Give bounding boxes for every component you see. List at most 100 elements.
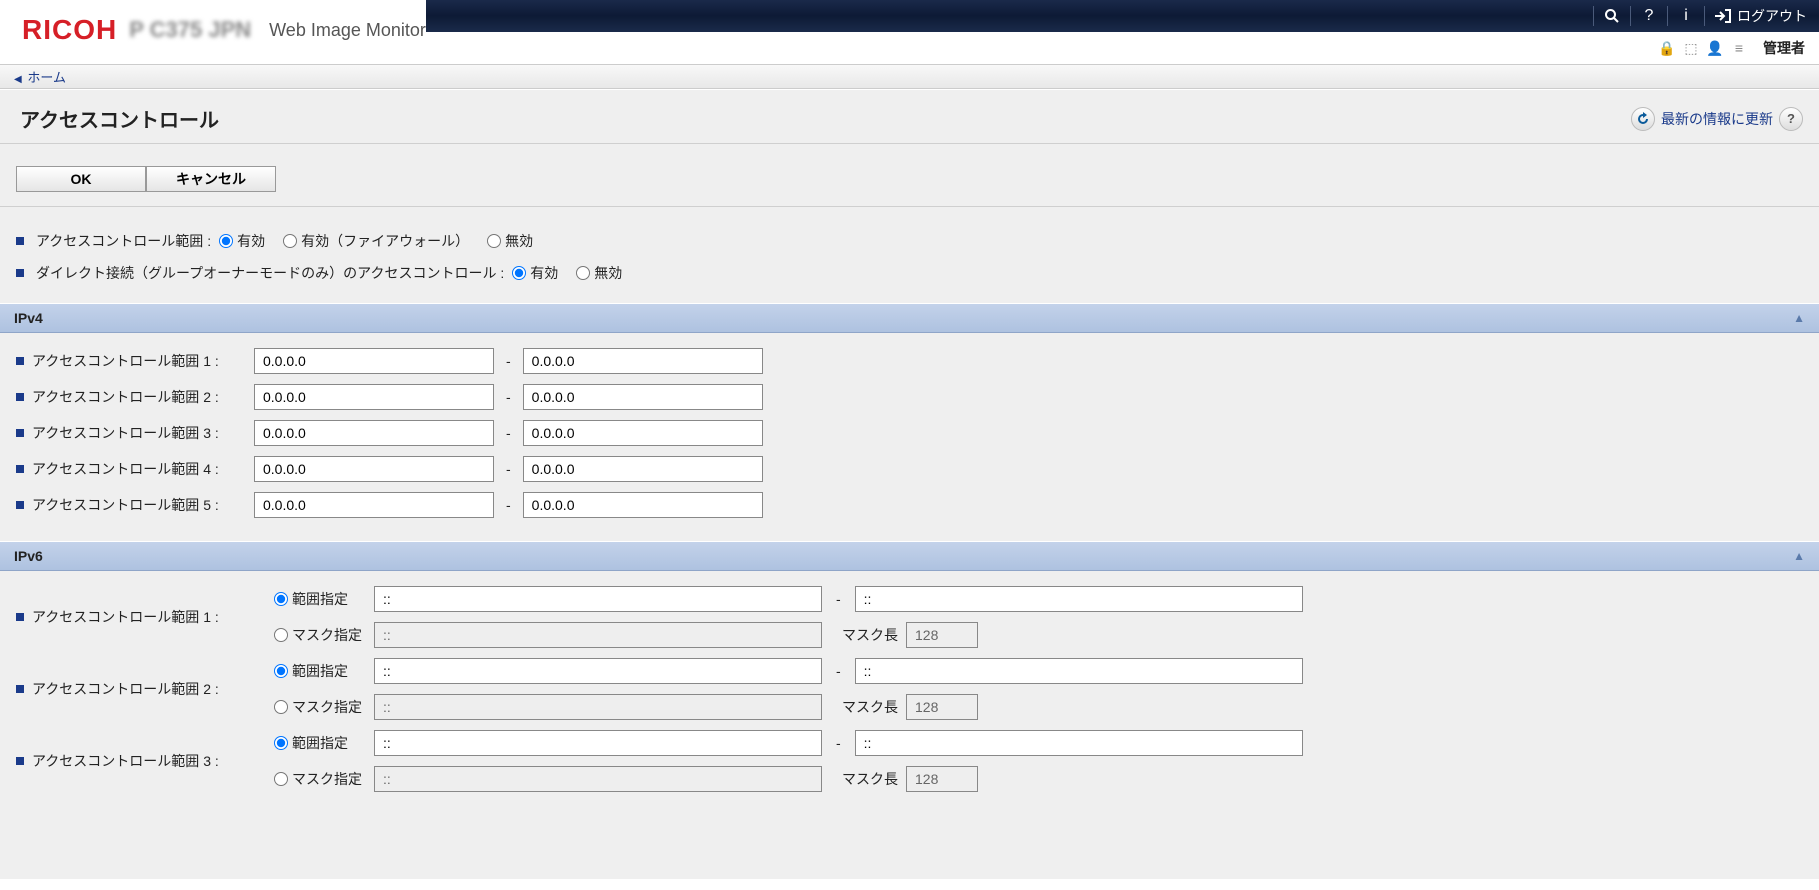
page-help-button[interactable]: ? — [1779, 107, 1803, 131]
range-radio-1[interactable]: 有効（ファイアウォール） — [283, 231, 469, 251]
ipv6-range-row-3: アクセスコントロール範囲 3 :範囲指定-マスク指定マスク長 — [16, 725, 1803, 797]
ipv6-2-mask-len[interactable] — [906, 694, 978, 720]
ipv4-range-row-4: アクセスコントロール範囲 4 :- — [16, 451, 1803, 487]
range-dash: - — [500, 461, 517, 477]
ipv6-3-mode-mask-radio[interactable] — [274, 772, 288, 786]
user-icon[interactable]: 👤 — [1707, 40, 1723, 56]
direct-radio-0[interactable]: 有効 — [512, 263, 558, 283]
ipv6-3-mask-addr[interactable] — [374, 766, 822, 792]
breadcrumb-home-link[interactable]: ホーム — [27, 70, 66, 85]
ipv6-2-mode-range-radio[interactable] — [274, 664, 288, 678]
ipv6-3-mask-len[interactable] — [906, 766, 978, 792]
breadcrumb: ◀ ホーム — [0, 64, 1819, 89]
ipv6-mode-range-label: 範囲指定 — [292, 589, 348, 609]
page-title: アクセスコントロール — [20, 104, 219, 133]
ipv4-range-3-start[interactable] — [254, 420, 494, 446]
refresh-button[interactable] — [1631, 107, 1655, 131]
ok-button[interactable]: OK — [16, 166, 146, 192]
bullet-icon — [16, 237, 24, 245]
ipv6-1-range-start[interactable] — [374, 586, 822, 612]
ipv6-3-mode-range-radio[interactable] — [274, 736, 288, 750]
range-radio-input-0[interactable] — [219, 234, 233, 248]
action-button-row: OK キャンセル — [0, 144, 1819, 207]
ipv6-1-range-end[interactable] — [855, 586, 1303, 612]
collapse-icon[interactable]: ▲ — [1793, 311, 1805, 325]
ipv6-2-mode-range[interactable]: 範囲指定 — [274, 661, 366, 681]
ipv4-range-1-end[interactable] — [523, 348, 763, 374]
range-radio-label-0: 有効 — [237, 231, 265, 251]
ipv6-1-mode-mask[interactable]: マスク指定 — [274, 625, 366, 645]
ipv6-1-mode-range-radio[interactable] — [274, 592, 288, 606]
ipv6-2-range-end[interactable] — [855, 658, 1303, 684]
help-icon[interactable]: ? — [1635, 2, 1663, 30]
ipv6-3-range-end[interactable] — [855, 730, 1303, 756]
collapse-icon[interactable]: ▲ — [1793, 549, 1805, 563]
ipv6-1-mode-range[interactable]: 範囲指定 — [274, 589, 366, 609]
ipv6-1-mask-addr[interactable] — [374, 622, 822, 648]
ipv6-2-mode-mask[interactable]: マスク指定 — [274, 697, 366, 717]
range-radio-input-2[interactable] — [487, 234, 501, 248]
range-dash: - — [500, 389, 517, 405]
ipv6-2-mask-addr[interactable] — [374, 694, 822, 720]
direct-connect-option: ダイレクト接続（グループオーナーモードのみ）のアクセスコントロール : 有効無効 — [16, 257, 1803, 289]
range-dash: - — [830, 663, 847, 679]
brand-subtitle: Web Image Monitor — [269, 20, 426, 41]
ipv6-masklen-label: マスク長 — [842, 625, 898, 645]
ipv6-2-mode-mask-radio[interactable] — [274, 700, 288, 714]
ipv6-fields: アクセスコントロール範囲 1 :範囲指定-マスク指定マスク長アクセスコントロール… — [0, 571, 1819, 815]
lock-icon[interactable]: 🔒 — [1659, 40, 1675, 56]
direct-radio-input-1[interactable] — [576, 266, 590, 280]
ipv6-3-mode-mask[interactable]: マスク指定 — [274, 769, 366, 789]
ipv6-1-mask-len[interactable] — [906, 622, 978, 648]
range-radio-2[interactable]: 無効 — [487, 231, 533, 251]
ipv6-range-label-3: アクセスコントロール範囲 3 : — [32, 751, 219, 771]
direct-radio-input-0[interactable] — [512, 266, 526, 280]
ipv6-range-row-1: アクセスコントロール範囲 1 :範囲指定-マスク指定マスク長 — [16, 581, 1803, 653]
logout-button[interactable]: ログアウト — [1709, 6, 1819, 26]
ipv4-fields: アクセスコントロール範囲 1 :-アクセスコントロール範囲 2 :-アクセスコン… — [0, 333, 1819, 541]
ipv6-2-range-start[interactable] — [374, 658, 822, 684]
range-radio-input-1[interactable] — [283, 234, 297, 248]
ipv4-range-5-end[interactable] — [523, 492, 763, 518]
ipv6-mode-mask-label: マスク指定 — [292, 769, 362, 789]
info-icon[interactable]: i — [1672, 2, 1700, 30]
ipv4-range-2-end[interactable] — [523, 384, 763, 410]
ipv6-mode-range-label: 範囲指定 — [292, 733, 348, 753]
refresh-link[interactable]: 最新の情報に更新 — [1661, 109, 1773, 129]
ipv4-range-4-end[interactable] — [523, 456, 763, 482]
ipv6-mode-range-label: 範囲指定 — [292, 661, 348, 681]
header: RICOH P C375 JPN Web Image Monitor ? i ロ… — [0, 0, 1819, 32]
ipv6-3-mode-range[interactable]: 範囲指定 — [274, 733, 366, 753]
ipv4-range-1-start[interactable] — [254, 348, 494, 374]
range-radio-label-2: 無効 — [505, 231, 533, 251]
search-icon[interactable] — [1598, 2, 1626, 30]
ipv4-range-row-5: アクセスコントロール範囲 5 :- — [16, 487, 1803, 523]
ipv4-range-5-start[interactable] — [254, 492, 494, 518]
brand-area: RICOH P C375 JPN Web Image Monitor — [0, 0, 426, 60]
range-radio-label-1: 有効（ファイアウォール） — [301, 231, 469, 251]
direct-radio-1[interactable]: 無効 — [576, 263, 622, 283]
range-dash: - — [830, 735, 847, 751]
ipv6-1-mode-mask-radio[interactable] — [274, 628, 288, 642]
network-icon[interactable]: ⬚ — [1683, 40, 1699, 56]
options-section: アクセスコントロール範囲 : 有効 有効（ファイアウォール） 無効 ダイレクト接続（… — [0, 207, 1819, 303]
ipv4-range-row-3: アクセスコントロール範囲 3 :- — [16, 415, 1803, 451]
cancel-button[interactable]: キャンセル — [146, 166, 276, 192]
direct-radio-label-0: 有効 — [530, 263, 558, 283]
list-icon[interactable]: ≡ — [1731, 40, 1747, 56]
bullet-icon — [16, 465, 24, 473]
ipv4-range-2-start[interactable] — [254, 384, 494, 410]
range-dash: - — [500, 425, 517, 441]
refresh-icon — [1636, 112, 1650, 126]
bullet-icon — [16, 269, 24, 277]
ipv4-range-4-start[interactable] — [254, 456, 494, 482]
range-option-label: アクセスコントロール範囲 : — [36, 231, 211, 251]
ipv4-range-label-2: アクセスコントロール範囲 2 : — [32, 387, 219, 407]
ipv4-range-3-end[interactable] — [523, 420, 763, 446]
logout-icon — [1715, 9, 1731, 23]
ipv6-3-range-start[interactable] — [374, 730, 822, 756]
main-content[interactable]: アクセスコントロール 最新の情報に更新 ? OK キャンセル アクセスコントロー… — [0, 89, 1819, 879]
range-radio-0[interactable]: 有効 — [219, 231, 265, 251]
bullet-icon — [16, 685, 24, 693]
bullet-icon — [16, 613, 24, 621]
